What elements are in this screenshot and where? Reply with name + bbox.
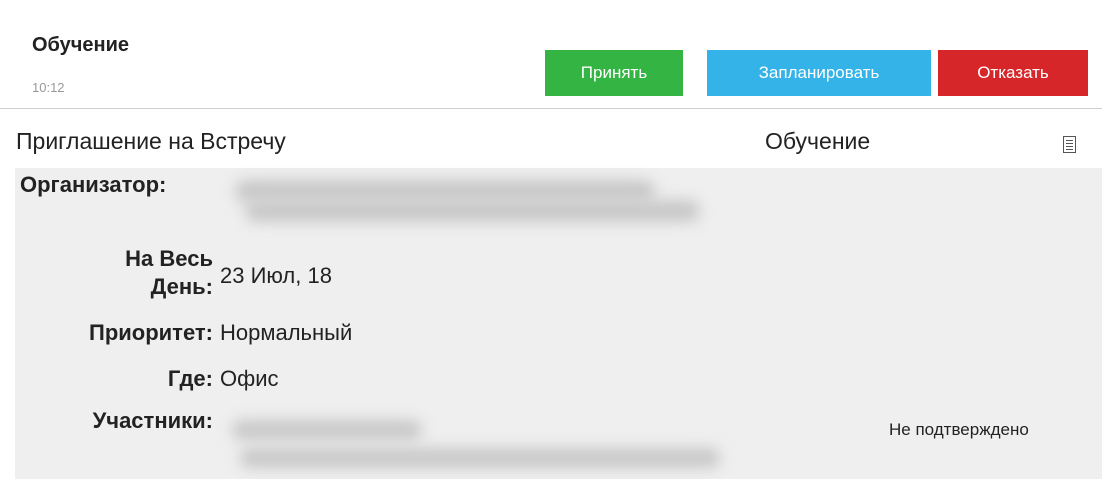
message-time: 10:12 bbox=[32, 80, 65, 95]
attendee-redacted-line2 bbox=[240, 448, 720, 468]
priority-label: Приоритет: bbox=[89, 320, 213, 345]
priority-value: Нормальный bbox=[220, 320, 353, 345]
accept-button[interactable]: Принять bbox=[545, 50, 683, 96]
organizer-redacted-line2 bbox=[245, 200, 700, 222]
organizer-redacted bbox=[235, 180, 655, 202]
attendees-label: Участники: bbox=[92, 408, 213, 433]
location-label: Где: bbox=[167, 366, 213, 391]
attendee-redacted bbox=[232, 420, 422, 440]
location-value: Офис bbox=[220, 366, 279, 391]
message-subject: Обучение bbox=[32, 34, 130, 56]
organizer-label: Организатор: bbox=[20, 172, 167, 197]
schedule-button[interactable]: Запланировать bbox=[707, 50, 931, 96]
all-day-label-line1: На Весь bbox=[125, 246, 213, 271]
header-divider bbox=[0, 108, 1102, 109]
attendee-status: Не подтверждено bbox=[889, 420, 1029, 439]
all-day-label-line2: День: bbox=[150, 274, 213, 299]
invite-type-title: Приглашение на Встречу bbox=[16, 128, 286, 154]
all-day-value: 23 Июл, 18 bbox=[220, 263, 332, 288]
decline-button[interactable]: Отказать bbox=[938, 50, 1088, 96]
message-header: Обучение 10:12 Принять Запланировать Отк… bbox=[0, 0, 1102, 110]
invite-subject: Обучение bbox=[765, 128, 871, 154]
attachment-icon[interactable] bbox=[1063, 136, 1076, 153]
